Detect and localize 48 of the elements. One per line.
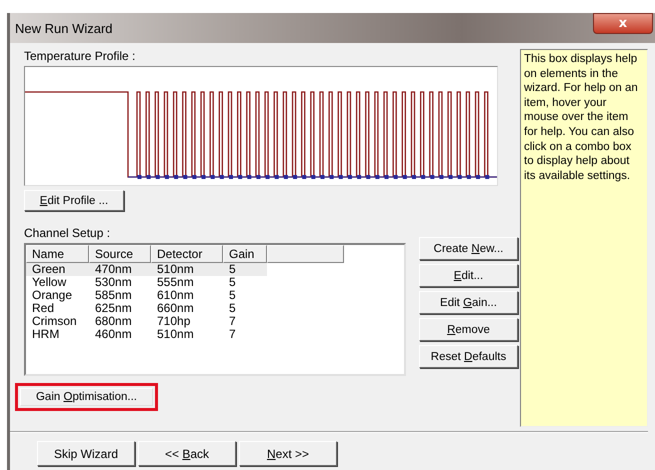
table-cell-text: 680nm <box>94 315 133 328</box>
column-header[interactable]: Gain <box>223 245 267 263</box>
table-cell-text: 510nm <box>156 263 195 276</box>
table-row[interactable]: Yellow 530nm 555nm 5 <box>26 276 267 289</box>
gain-optimisation-button[interactable]: Gain Optimisation... <box>20 388 153 406</box>
table-cell-text: 5 <box>228 276 237 289</box>
table-row[interactable]: Red 625nm 660nm 5 <box>26 302 267 315</box>
table-cell-text: 625nm <box>94 302 133 315</box>
column-header[interactable]: Source <box>89 245 151 263</box>
table-cell-text: 610nm <box>156 289 195 302</box>
table-cell-text: Green <box>31 263 66 276</box>
wizard-button[interactable]: << Back <box>138 441 236 466</box>
window-title: New Run Wizard <box>14 20 113 36</box>
action-button[interactable]: Edit Gain... <box>419 291 518 314</box>
table-cell-text: 5 <box>228 289 237 302</box>
help-text: This box displays help on elements in the wizard. For help on an item, hover your mouse over the item for help. You can also click on a combo box to display help about its available settings. <box>524 52 639 184</box>
table-cell-text: 510nm <box>156 328 195 341</box>
section-label: Temperature Profile : <box>24 49 136 63</box>
edit-profile-button[interactable]: Edit Profile ... <box>24 190 124 211</box>
table-cell-text: 555nm <box>156 276 195 289</box>
table-cell-text: Red <box>31 302 54 315</box>
table-cell-text: 7 <box>228 328 237 341</box>
table-cell-text: Crimson <box>31 315 78 328</box>
action-button[interactable]: Edit... <box>419 264 518 287</box>
wizard-button[interactable]: Skip Wizard <box>37 441 135 466</box>
table-cell-text: 470nm <box>94 263 133 276</box>
table-cell-text: Yellow <box>31 276 68 289</box>
column-header[interactable]: Name <box>26 245 89 263</box>
section-label: Channel Setup : <box>24 226 110 240</box>
action-button[interactable]: Reset Defaults <box>419 345 518 368</box>
table-cell-text: 5 <box>228 263 237 276</box>
table-cell-text: 585nm <box>94 289 133 302</box>
wizard-button[interactable]: Next >> <box>239 441 337 466</box>
table-cell-text: HRM <box>31 328 60 341</box>
action-button[interactable]: Create New... <box>419 237 518 260</box>
table-cell-text: 5 <box>228 302 237 315</box>
table-cell-text: Orange <box>31 289 74 302</box>
table-cell-text: 530nm <box>94 276 133 289</box>
table-cell-text: 7 <box>228 315 237 328</box>
table-cell-text: 710hp <box>156 315 192 328</box>
table-cell-text: 660nm <box>156 302 195 315</box>
action-button[interactable]: Remove <box>419 318 518 341</box>
table-row[interactable]: Orange 585nm 610nm 5 <box>26 289 267 302</box>
table-row[interactable]: Green 470nm 510nm 5 <box>26 263 267 276</box>
table-row[interactable]: Crimson 680nm 710hp 7 <box>26 315 267 328</box>
column-header[interactable]: Detector <box>151 245 223 263</box>
table-row[interactable]: HRM 460nm 510nm 7 <box>26 328 267 341</box>
table-cell-text: 460nm <box>94 328 133 341</box>
